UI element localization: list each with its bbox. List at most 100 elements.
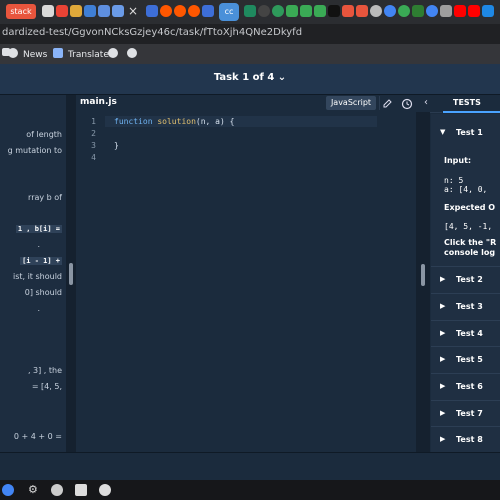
drag-handle-icon[interactable] [421,264,425,286]
chrome-icon[interactable] [2,484,14,496]
tab-favicon[interactable] [146,5,158,17]
globe-icon [108,48,118,58]
panel-resize-handle-right[interactable] [416,112,430,452]
test-item-5[interactable]: ▶ Test 5 [431,346,500,373]
tab-favicon[interactable] [412,5,424,17]
google-icon[interactable] [384,5,396,17]
chevron-down-icon: ⌄ [277,72,287,83]
bookmark-globe[interactable] [127,48,142,60]
test-label: Test 1 [456,128,483,137]
chevron-right-icon: ▶ [440,302,446,310]
tests-tab[interactable]: TESTS [453,98,481,107]
description-line: ist, it should [12,272,62,281]
bookmark-translate[interactable]: Translate [53,48,109,60]
reddit-icon[interactable] [174,5,186,17]
code-line[interactable]: } [114,141,119,150]
tab-favicon[interactable] [244,5,256,17]
tab-favicon[interactable] [314,5,326,17]
test-label: Test 7 [456,409,483,418]
gmail-icon[interactable] [56,5,68,17]
input-n: n: 5 [444,176,464,185]
chevron-right-icon: ▶ [440,329,446,337]
input-label: Input: [444,156,472,165]
settings-gear-icon[interactable]: ⚙ [28,484,40,496]
code-lines[interactable]: 1 2 3 4 function solution(n, a) { } [76,112,416,452]
tab-favicon[interactable] [300,5,312,17]
browser-tab-stack[interactable]: stack [6,4,36,19]
tab-favicon[interactable] [272,5,284,17]
test-item-2[interactable]: ▶ Test 2 [431,266,500,293]
test-label: Test 3 [456,302,483,311]
chevron-right-icon: ▶ [440,382,446,390]
tab-favicon[interactable] [370,5,382,17]
chevron-down-icon: ▼ [440,128,446,136]
task-title: Task 1 of 4 [213,72,275,83]
chevron-right-icon: ▶ [440,435,446,443]
test-item-4[interactable]: ▶ Test 4 [431,320,500,347]
tab-favicon[interactable] [328,5,340,17]
description-line: [i - 1] + [20,257,62,265]
test-item-1[interactable]: ▼ Test 1 [431,120,500,146]
bookmark-label: Translate [68,50,109,60]
translate-icon [53,48,63,58]
tab-favicon[interactable] [112,5,124,17]
test-item-3[interactable]: ▶ Test 3 [431,293,500,320]
code-line[interactable]: function solution(n, a) { [114,117,234,126]
test-item-7[interactable]: ▶ Test 7 [431,400,500,427]
test-item-8[interactable]: ▶ Test 8 [431,426,500,453]
test-item-6[interactable]: ▶ Test 6 [431,373,500,400]
test-label: Test 2 [456,275,483,284]
bookmark-globe[interactable] [108,48,123,60]
taskbar-app-icon[interactable] [99,484,111,496]
language-selector[interactable]: JavaScript [326,96,376,110]
chevron-right-icon: ▶ [440,275,446,283]
tab-favicon[interactable] [482,5,494,17]
tab-favicon[interactable] [42,5,54,17]
taskbar-app-icon[interactable] [51,484,63,496]
description-line: = [4, 5, [31,382,62,391]
reset-history-icon[interactable] [400,96,414,110]
expected-output-value: [4, 5, -1, [444,222,493,231]
reddit-icon[interactable] [188,5,200,17]
tab-favicon[interactable] [342,5,354,17]
expected-output-label: Expected O [444,203,496,212]
collapse-left-icon[interactable]: ‹ [424,96,434,110]
browser-tab-strip: stack × cc [0,0,500,24]
google-icon[interactable] [426,5,438,17]
edit-icon[interactable] [379,96,394,110]
drag-handle-icon[interactable] [69,263,73,285]
line-number: 4 [91,153,96,162]
bookmark-news[interactable]: News [8,48,47,60]
close-tab-icon[interactable]: × [128,4,138,18]
youtube-icon[interactable] [468,5,480,17]
tab-favicon[interactable] [398,5,410,17]
chevron-right-icon: ▶ [440,409,446,417]
description-line: 0] should [24,288,62,297]
youtube-icon[interactable] [454,5,466,17]
file-tab-main-js[interactable]: main.js [80,97,117,107]
tab-favicon[interactable] [70,5,82,17]
panel-resize-handle-left[interactable] [66,95,76,452]
description-line: rray b of [28,193,62,202]
tab-favicon[interactable] [202,5,214,17]
tab-favicon[interactable] [356,5,368,17]
description-line: . [37,240,40,249]
bookmark-label: News [23,50,48,60]
tab-favicon[interactable] [98,5,110,17]
description-line: g mutation to [7,146,62,155]
tab-favicon[interactable] [258,5,270,17]
tab-favicon[interactable] [84,5,96,17]
tab-favicon[interactable] [440,5,452,17]
bottom-bar [0,452,500,481]
task-description-panel: of length g mutation to rray b of 1 , b[… [0,95,66,452]
test-label: Test 5 [456,355,483,364]
globe-icon [127,48,137,58]
task-selector[interactable]: Task 1 of 4 ⌄ [0,72,500,83]
url-text[interactable]: dardized-test/GgvonNCksGzjey46c/task/fTt… [2,27,302,38]
photos-icon[interactable] [75,484,87,496]
tab-favicon[interactable] [286,5,298,17]
line-number: 3 [91,141,96,150]
browser-tab-active[interactable]: cc [219,3,239,21]
description-line: 1 , b[i] = [15,225,62,233]
reddit-icon[interactable] [160,5,172,17]
